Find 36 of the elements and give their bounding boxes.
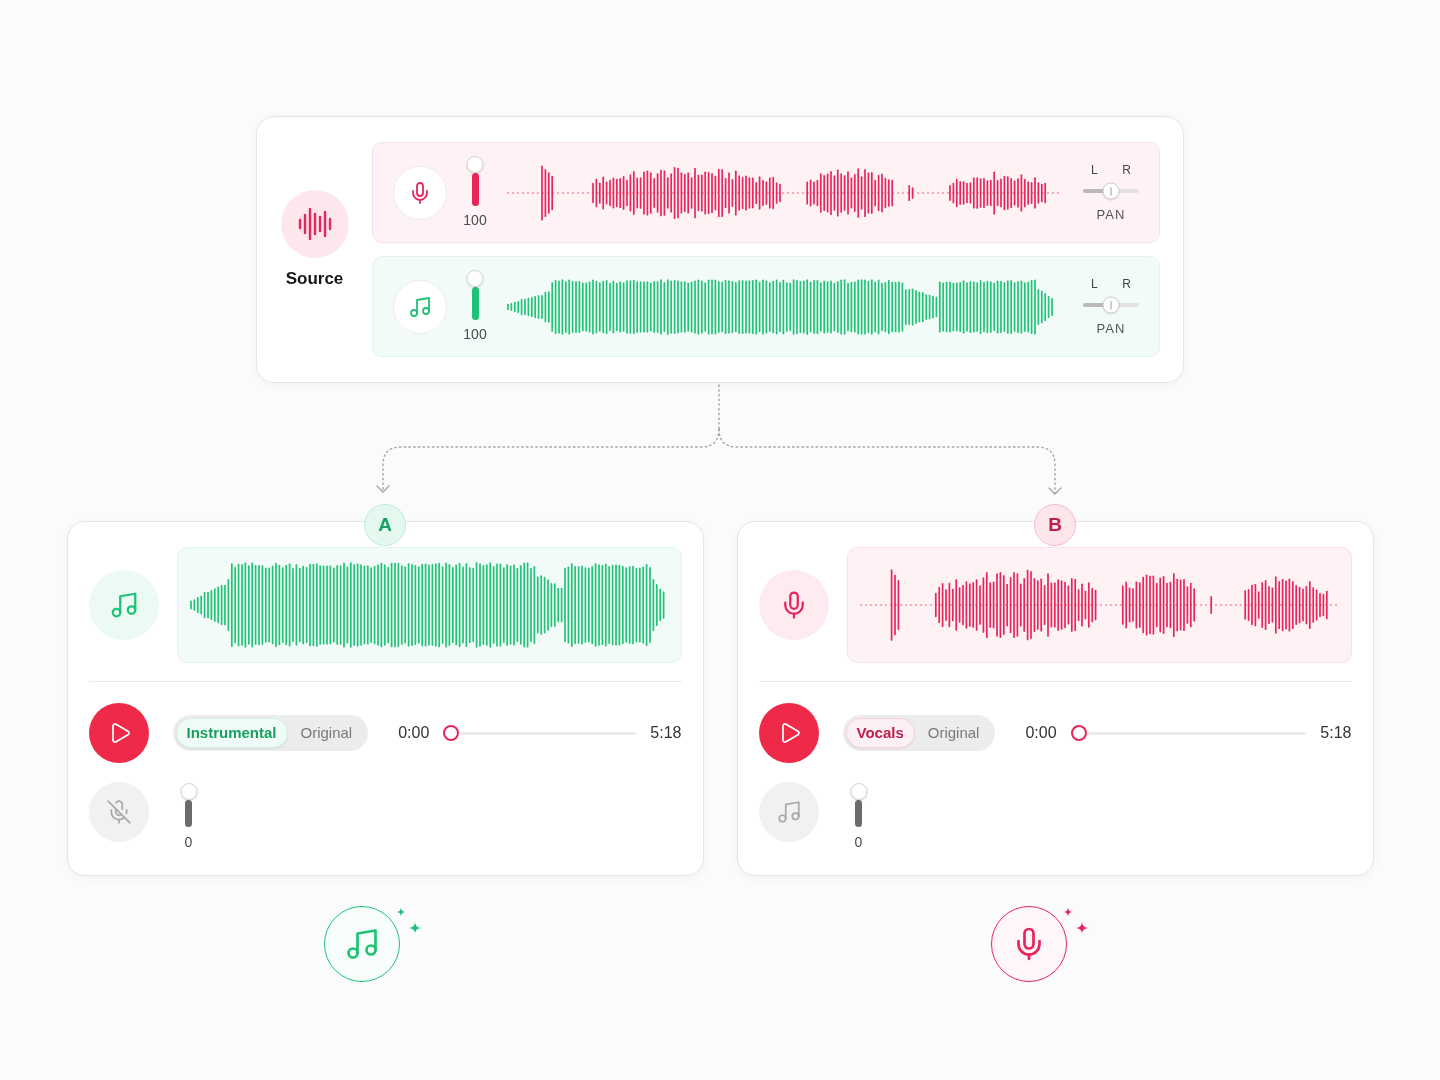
left-label: L xyxy=(1091,163,1098,177)
elapsed-time: 0:00 xyxy=(398,723,430,743)
letter-badge: B xyxy=(1034,504,1076,546)
music-notes-icon xyxy=(775,799,802,825)
volume-value: 0 xyxy=(184,834,193,851)
pan-label: PAN xyxy=(1096,321,1126,336)
progress-handle[interactable] xyxy=(443,725,460,741)
slider-handle[interactable] xyxy=(466,270,484,287)
mode-tab[interactable]: Original xyxy=(287,718,366,748)
total-time: 5:18 xyxy=(650,723,682,743)
pan-handle[interactable] xyxy=(1102,296,1120,314)
volume-value: 100 xyxy=(463,212,487,229)
volume-level-bar[interactable] xyxy=(471,173,479,206)
microphone-icon xyxy=(393,165,447,220)
total-time: 5:18 xyxy=(1320,723,1352,743)
volume-level-bar[interactable] xyxy=(185,800,192,827)
muted-microphone-icon xyxy=(105,799,132,825)
right-label: R xyxy=(1122,163,1131,177)
pan-handle[interactable] xyxy=(1102,182,1120,200)
slider-handle[interactable] xyxy=(850,783,867,800)
mode-tab[interactable]: Original xyxy=(914,718,993,748)
progress-handle[interactable] xyxy=(1070,725,1087,741)
volume-level-bar[interactable] xyxy=(471,287,479,320)
mode-tab[interactable]: Vocals xyxy=(845,718,915,748)
slider-handle[interactable] xyxy=(466,156,484,173)
slider-handle[interactable] xyxy=(180,783,197,800)
mode-tab[interactable]: Instrumental xyxy=(175,718,288,748)
volume-value: 0 xyxy=(854,834,863,851)
right-label: R xyxy=(1122,277,1131,291)
pan-label: PAN xyxy=(1096,207,1126,222)
volume-value: 100 xyxy=(463,326,487,343)
left-label: L xyxy=(1091,277,1098,291)
volume-level-bar[interactable] xyxy=(855,800,862,827)
source-label: Source xyxy=(285,269,344,289)
letter-badge: A xyxy=(364,504,406,546)
elapsed-time: 0:00 xyxy=(1025,723,1057,743)
